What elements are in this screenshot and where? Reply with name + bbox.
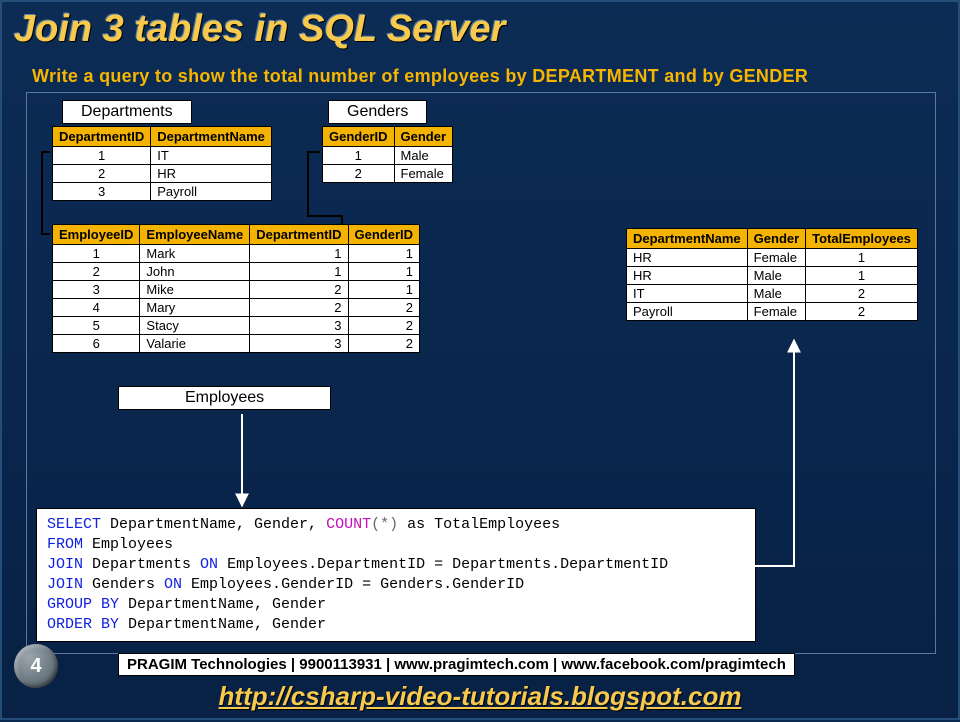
table-genders: GenderIDGender 1Male 2Female	[322, 126, 453, 183]
slide-title: Join 3 tables in SQL Server	[14, 8, 505, 51]
footer-url[interactable]: http://csharp-video-tutorials.blogspot.c…	[2, 681, 958, 712]
table-departments: DepartmentIDDepartmentName 1IT 2HR 3Payr…	[52, 126, 272, 201]
label-departments: Departments	[62, 100, 192, 124]
table-result: DepartmentNameGenderTotalEmployees HRFem…	[626, 228, 918, 321]
label-genders: Genders	[328, 100, 427, 124]
label-employees: Employees	[118, 386, 331, 410]
slide-subtitle: Write a query to show the total number o…	[32, 66, 808, 87]
sql-code: SELECT DepartmentName, Gender, COUNT(*) …	[36, 508, 756, 642]
footer-credit: PRAGIM Technologies | 9900113931 | www.p…	[118, 653, 795, 676]
table-employees: EmployeeIDEmployeeName DepartmentIDGende…	[52, 224, 420, 353]
